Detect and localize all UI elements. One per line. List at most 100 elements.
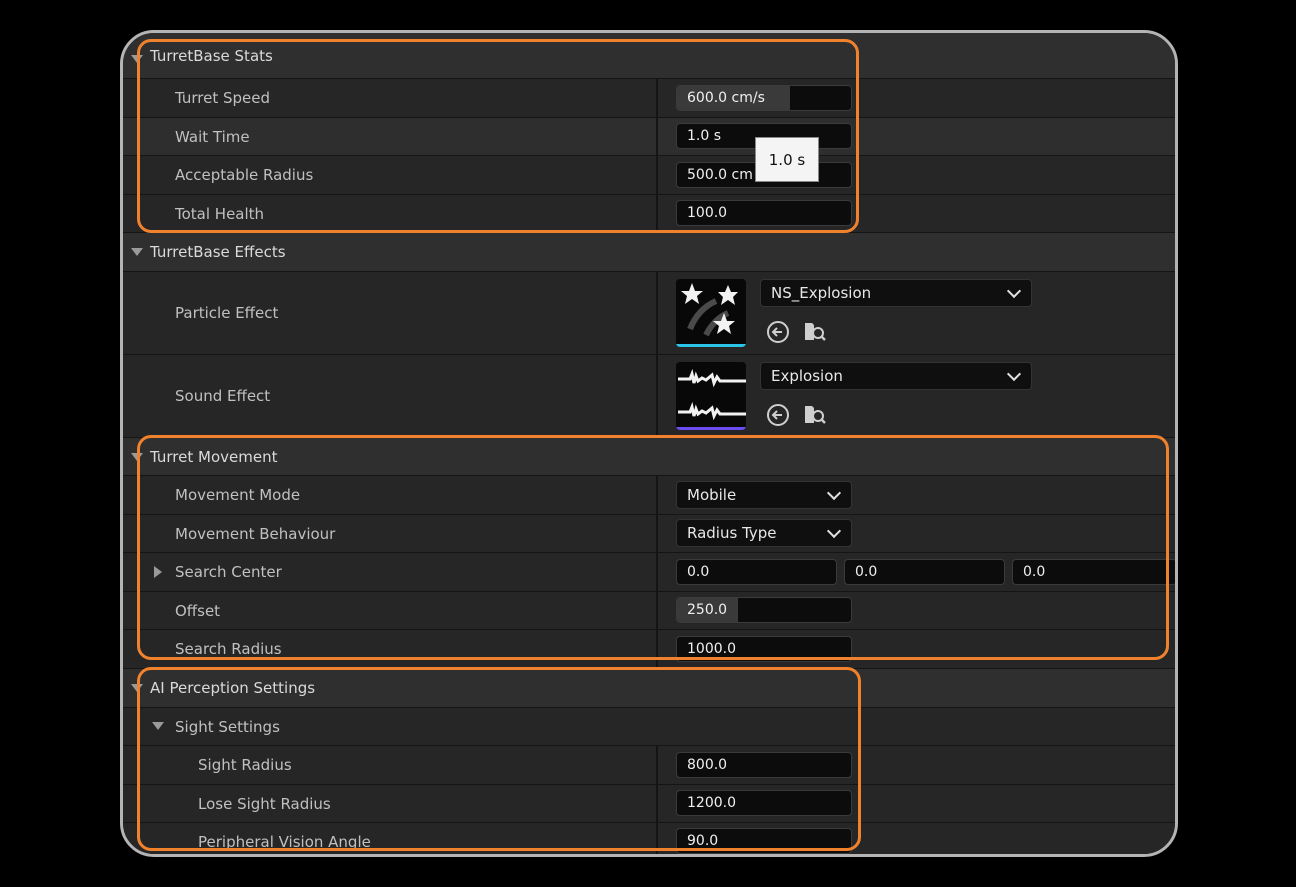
movement-behaviour-dropdown[interactable]: Radius Type (676, 519, 852, 547)
property-row-wait-time: Wait Time 1.0 s (123, 118, 1175, 155)
column-divider (656, 785, 658, 822)
property-row-sound-effect: Sound Effect Explosion (123, 355, 1175, 437)
property-label: Sound Effect (175, 387, 271, 405)
property-row-particle-effect: Particle Effect NS_Explosion (123, 272, 1175, 354)
column-divider (656, 272, 658, 354)
property-row-search-center: Search Center 0.0 0.0 0.0 (123, 553, 1175, 591)
field-value: 1.0 s (687, 128, 722, 144)
expand-triangle-icon[interactable] (131, 453, 143, 461)
column-divider (656, 553, 658, 591)
property-label: Movement Mode (175, 486, 301, 504)
property-row-peripheral-vision-angle: Peripheral Vision Angle 90.0 (123, 823, 1175, 854)
arrow-left-circle-icon[interactable] (766, 403, 790, 427)
column-divider (656, 515, 658, 552)
field-value: 250.0 (687, 602, 728, 618)
name-cell: Movement Behaviour (145, 515, 657, 552)
folder-search-icon[interactable] (803, 403, 827, 427)
column-divider (656, 355, 658, 437)
field-value: 90.0 (687, 833, 719, 849)
property-row-search-radius: Search Radius 1000.0 (123, 630, 1175, 668)
name-cell: Offset (145, 592, 657, 629)
group-row-sight-settings[interactable]: Sight Settings (123, 708, 1175, 745)
category-label: TurretBase Stats (150, 46, 273, 65)
column-divider (656, 746, 658, 784)
search-center-y-field[interactable]: 0.0 (844, 559, 1005, 585)
category-turretbase-stats[interactable]: TurretBase Stats (123, 33, 1175, 78)
name-cell: Peripheral Vision Angle (167, 823, 657, 854)
column-divider (656, 476, 658, 514)
name-cell: Acceptable Radius (145, 156, 657, 194)
offset-field[interactable]: 250.0 (676, 597, 852, 623)
property-label: Peripheral Vision Angle (198, 832, 371, 851)
property-row-offset: Offset 250.0 (123, 592, 1175, 629)
field-value: 0.0 (687, 564, 710, 580)
particle-asset-picker[interactable]: NS_Explosion (760, 279, 1032, 307)
details-panel: TurretBase Stats Turret Speed 600.0 cm/s… (120, 30, 1178, 857)
name-cell: Sight Settings (145, 708, 657, 745)
field-value: 100.0 (687, 205, 728, 221)
search-radius-field[interactable]: 1000.0 (676, 636, 852, 662)
asset-name: Explosion (771, 367, 843, 385)
name-cell: Sight Radius (167, 746, 657, 784)
expand-triangle-icon[interactable] (131, 55, 143, 63)
name-cell: Total Health (145, 195, 657, 232)
details-content: TurretBase Stats Turret Speed 600.0 cm/s… (123, 33, 1175, 854)
sound-asset-picker[interactable]: Explosion (760, 362, 1032, 390)
name-cell: Lose Sight Radius (167, 785, 657, 822)
property-label: Total Health (175, 204, 265, 223)
name-cell: Search Center (145, 553, 657, 591)
property-row-lose-sight-radius: Lose Sight Radius 1200.0 (123, 785, 1175, 822)
sound-asset-thumbnail[interactable] (676, 362, 746, 430)
search-center-x-field[interactable]: 0.0 (676, 559, 837, 585)
column-divider (656, 118, 658, 155)
category-turret-movement[interactable]: Turret Movement (123, 438, 1175, 475)
column-divider (656, 79, 658, 117)
arrow-left-circle-icon[interactable] (766, 320, 790, 344)
property-label: Search Radius (175, 640, 282, 658)
asset-type-bar (676, 344, 746, 347)
property-label: Particle Effect (175, 304, 279, 322)
expand-triangle-icon[interactable] (152, 722, 164, 730)
name-cell: Movement Mode (145, 476, 657, 514)
column-divider (656, 630, 658, 668)
column-divider (656, 823, 658, 854)
category-ai-perception-settings[interactable]: AI Perception Settings (123, 669, 1175, 707)
expand-triangle-icon[interactable] (131, 248, 143, 256)
column-divider (656, 156, 658, 194)
folder-search-icon[interactable] (803, 320, 827, 344)
field-value: 1200.0 (687, 795, 736, 811)
field-value: 600.0 cm/s (687, 90, 765, 106)
chevron-down-icon (826, 485, 842, 501)
property-label: Turret Speed (175, 89, 271, 107)
stars-icon (681, 283, 738, 337)
category-turretbase-effects[interactable]: TurretBase Effects (123, 233, 1175, 271)
field-value: 1000.0 (687, 641, 736, 657)
turret-speed-field[interactable]: 600.0 cm/s (676, 85, 852, 111)
lose-sight-radius-field[interactable]: 1200.0 (676, 790, 852, 816)
chevron-down-icon (1006, 366, 1022, 382)
property-row-total-health: Total Health 100.0 (123, 195, 1175, 232)
field-value: 0.0 (1023, 564, 1046, 580)
name-cell: Search Radius (145, 630, 657, 668)
property-row-movement-behaviour: Movement Behaviour Radius Type (123, 515, 1175, 552)
field-value: 800.0 (687, 757, 728, 773)
column-divider (656, 592, 658, 629)
dropdown-value: Radius Type (687, 524, 777, 542)
property-row-sight-radius: Sight Radius 800.0 (123, 746, 1175, 784)
expand-triangle-icon[interactable] (131, 684, 143, 692)
asset-type-bar (676, 427, 746, 430)
column-divider (656, 195, 658, 232)
property-label: Search Center (175, 563, 282, 581)
expand-triangle-icon[interactable] (154, 566, 162, 578)
name-cell: Turret Speed (145, 79, 657, 117)
particle-asset-thumbnail[interactable] (676, 279, 746, 347)
peripheral-vision-angle-field[interactable]: 90.0 (676, 828, 852, 854)
category-label: Turret Movement (150, 447, 278, 466)
property-label: Acceptable Radius (175, 166, 314, 184)
movement-mode-dropdown[interactable]: Mobile (676, 481, 852, 509)
search-center-z-field[interactable]: 0.0 (1012, 559, 1175, 585)
sight-radius-field[interactable]: 800.0 (676, 752, 852, 778)
property-row-acceptable-radius: Acceptable Radius 500.0 cm (123, 156, 1175, 194)
property-row-turret-speed: Turret Speed 600.0 cm/s (123, 79, 1175, 117)
total-health-field[interactable]: 100.0 (676, 200, 852, 226)
